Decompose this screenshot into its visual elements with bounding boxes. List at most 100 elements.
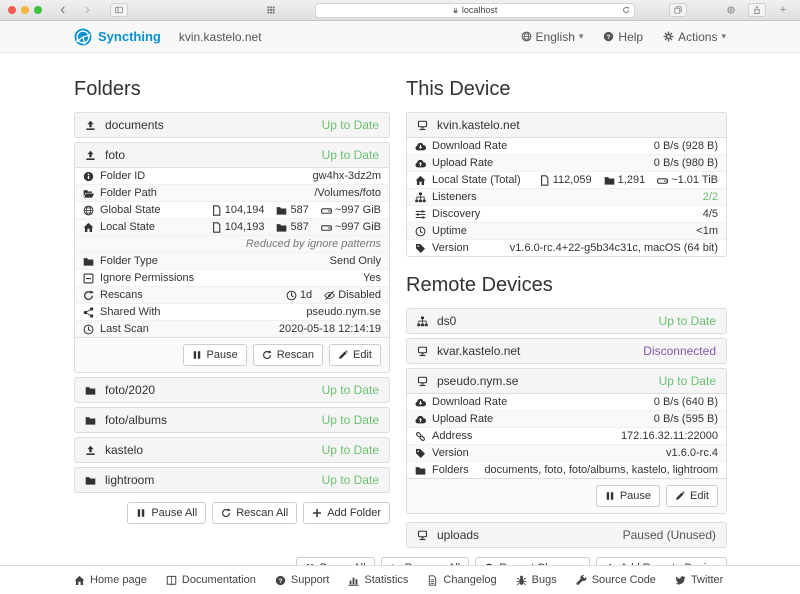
hdd-icon bbox=[321, 222, 332, 233]
back-button[interactable] bbox=[54, 3, 72, 17]
folder-row-documents[interactable]: documents Up to Date bbox=[74, 112, 390, 138]
add-folder-button[interactable]: Add Folder bbox=[303, 502, 390, 524]
folder-row-foto-2020[interactable]: foto/2020 Up to Date bbox=[74, 377, 390, 403]
folder-row-kastelo[interactable]: kastelo Up to Date bbox=[74, 437, 390, 463]
ignore-permissions-row: Ignore Permissions Yes bbox=[75, 269, 389, 286]
device-icon bbox=[417, 120, 428, 131]
minus-square-icon bbox=[83, 273, 94, 284]
this-device-row[interactable]: kvin.kastelo.net bbox=[407, 113, 726, 138]
minimize-window-button[interactable] bbox=[21, 6, 29, 14]
home-icon bbox=[415, 175, 426, 186]
forward-button[interactable] bbox=[78, 3, 96, 17]
rescan-button[interactable]: Rescan bbox=[253, 344, 323, 366]
folder-row-lightroom[interactable]: lightroom Up to Date bbox=[74, 467, 390, 493]
app-navbar: Syncthing kvin.kastelo.net English▾ Help… bbox=[0, 21, 800, 53]
device-panel-pseudo: pseudo.nym.se Up to Date Download Rate 0… bbox=[406, 368, 727, 514]
pencil-icon bbox=[675, 491, 685, 501]
folder-icon bbox=[604, 175, 615, 186]
changelog-link[interactable]: Changelog bbox=[427, 574, 496, 586]
folder-icon bbox=[276, 222, 287, 233]
last-scan-row: Last Scan 2020-05-18 12:14:19 bbox=[75, 320, 389, 337]
zoom-window-button[interactable] bbox=[34, 6, 42, 14]
shared-with-row: Shared With pseudo.nym.se bbox=[75, 303, 389, 320]
pause-icon bbox=[136, 508, 146, 518]
source-code-link[interactable]: Source Code bbox=[576, 574, 656, 586]
sidebar-toggle-button[interactable] bbox=[110, 3, 128, 17]
question-icon bbox=[275, 575, 286, 586]
chevron-down-icon: ▾ bbox=[721, 31, 726, 42]
status-badge: Up to Date bbox=[659, 374, 716, 388]
close-window-button[interactable] bbox=[8, 6, 16, 14]
folder-open-icon bbox=[83, 188, 94, 199]
question-icon bbox=[603, 31, 614, 42]
folders-row: Folders documents, foto, foto/albums, ka… bbox=[407, 461, 726, 478]
status-badge: Up to Date bbox=[659, 314, 716, 328]
refresh-icon bbox=[221, 508, 231, 518]
pencil-icon bbox=[338, 350, 348, 360]
link-icon bbox=[415, 431, 426, 442]
reload-icon[interactable] bbox=[622, 6, 630, 16]
show-tabs-button[interactable] bbox=[669, 3, 687, 17]
refresh-icon bbox=[262, 350, 272, 360]
help-menu[interactable]: Help bbox=[603, 30, 643, 44]
folders-heading: Folders bbox=[74, 78, 390, 101]
folder-icon bbox=[415, 465, 426, 476]
share-button[interactable] bbox=[748, 3, 766, 17]
remote-devices-heading: Remote Devices bbox=[406, 274, 727, 297]
upload-rate-row: Upload Rate 0 B/s (980 B) bbox=[407, 154, 726, 171]
device-row-uploads[interactable]: uploads Paused (Unused) bbox=[406, 522, 727, 548]
pause-icon bbox=[192, 350, 202, 360]
gear-icon bbox=[663, 31, 674, 42]
syncthing-brand: Syncthing bbox=[74, 28, 161, 46]
window-controls[interactable] bbox=[8, 6, 42, 14]
file-icon bbox=[211, 205, 222, 216]
home-icon bbox=[83, 222, 94, 233]
twitter-bird-icon bbox=[675, 575, 686, 586]
folder-icon bbox=[276, 205, 287, 216]
bug-icon bbox=[516, 575, 527, 586]
language-menu[interactable]: English▾ bbox=[521, 30, 584, 44]
upload-icon bbox=[85, 445, 96, 456]
wrench-icon bbox=[576, 575, 587, 586]
hdd-icon bbox=[657, 175, 668, 186]
status-badge: Disconnected bbox=[643, 344, 716, 358]
twitter-link[interactable]: Twitter bbox=[675, 574, 723, 586]
globe-icon bbox=[83, 205, 94, 216]
tab-overview-grid-icon[interactable] bbox=[262, 3, 280, 17]
privacy-report-icon[interactable] bbox=[722, 3, 740, 17]
tag-icon bbox=[415, 448, 426, 459]
uptime-row: Uptime <1m bbox=[407, 222, 726, 239]
device-row-ds0[interactable]: ds0 Up to Date bbox=[406, 308, 727, 334]
listeners-row: Listeners 2/2 bbox=[407, 188, 726, 205]
home-page-link[interactable]: Home page bbox=[74, 574, 147, 586]
upload-icon bbox=[85, 120, 96, 131]
edit-button[interactable]: Edit bbox=[329, 344, 381, 366]
device-row-pseudo[interactable]: pseudo.nym.se Up to Date bbox=[407, 369, 726, 394]
statistics-link[interactable]: Statistics bbox=[348, 574, 408, 586]
page-footer: Home page Documentation Support Statisti… bbox=[0, 565, 800, 594]
status-badge: Up to Date bbox=[322, 118, 379, 132]
pause-button[interactable]: Pause bbox=[183, 344, 247, 366]
rescan-all-button[interactable]: Rescan All bbox=[212, 502, 297, 524]
new-tab-button[interactable]: + bbox=[774, 3, 792, 17]
folder-row-foto[interactable]: foto Up to Date bbox=[75, 143, 389, 168]
file-text-icon bbox=[427, 575, 438, 586]
this-device-panel: kvin.kastelo.net Download Rate 0 B/s (92… bbox=[406, 112, 727, 257]
syncthing-logo-icon bbox=[74, 28, 92, 46]
bugs-link[interactable]: Bugs bbox=[516, 574, 557, 586]
address-bar[interactable]: localhost bbox=[315, 3, 635, 18]
cloud-upload-icon bbox=[415, 158, 426, 169]
documentation-link[interactable]: Documentation bbox=[166, 574, 256, 586]
edit-button[interactable]: Edit bbox=[666, 485, 718, 507]
folder-id-row: Folder ID gw4hx-3dz2m bbox=[75, 168, 389, 184]
sliders-icon bbox=[415, 209, 426, 220]
pause-button[interactable]: Pause bbox=[596, 485, 660, 507]
actions-menu[interactable]: Actions▾ bbox=[663, 30, 726, 44]
lock-icon bbox=[452, 7, 459, 14]
folder-icon bbox=[83, 256, 94, 267]
device-row-kvar[interactable]: kvar.kastelo.net Disconnected bbox=[406, 338, 727, 364]
pause-all-folders-button[interactable]: Pause All bbox=[127, 502, 206, 524]
folder-row-foto-albums[interactable]: foto/albums Up to Date bbox=[74, 407, 390, 433]
bar-chart-icon bbox=[348, 575, 359, 586]
support-link[interactable]: Support bbox=[275, 574, 330, 586]
